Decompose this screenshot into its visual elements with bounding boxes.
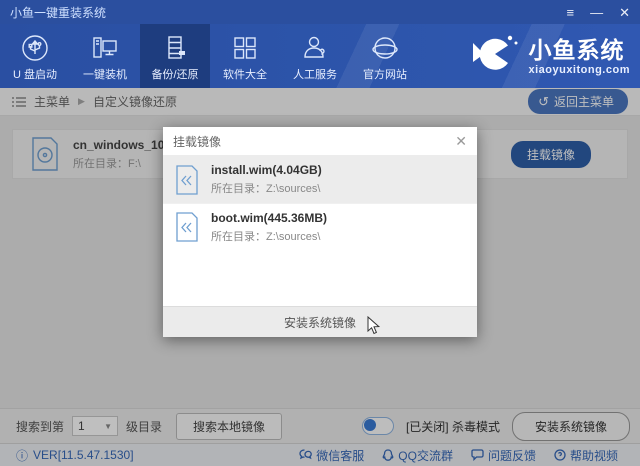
nav-label: 一键装机 <box>83 69 127 81</box>
app-window: 小鱼一键重装系统 ≡ — ✕ U 盘启动 一键装机 备份/还原 软件大全 人工服… <box>0 0 640 466</box>
wim-name: install.wim(4.04GB) <box>211 163 322 177</box>
nav-label: 人工服务 <box>293 69 337 81</box>
apps-grid-icon <box>230 32 260 64</box>
computer-icon <box>90 32 120 64</box>
close-icon[interactable]: ✕ <box>619 6 630 19</box>
nav-item-service[interactable]: 人工服务 <box>280 24 350 88</box>
wim-file-icon <box>175 164 199 195</box>
title-bar: 小鱼一键重装系统 ≡ — ✕ <box>0 0 640 24</box>
wim-name: boot.wim(445.36MB) <box>211 210 328 225</box>
nav-item-one-key-install[interactable]: 一键装机 <box>70 24 140 88</box>
nav-item-website[interactable]: 官方网站 <box>350 24 420 88</box>
nav-label: 官方网站 <box>363 69 407 81</box>
dialog-title: 挂载镜像 <box>173 134 222 149</box>
nav-item-usb-boot[interactable]: U 盘启动 <box>0 24 70 88</box>
usb-icon <box>20 32 50 64</box>
wim-file-icon <box>175 212 199 242</box>
wim-list-item-boot[interactable]: boot.wim(445.36MB) 所在目录：Z:\sources\ <box>163 203 477 250</box>
menu-icon[interactable]: ≡ <box>567 6 575 19</box>
customer-service-icon <box>300 32 330 64</box>
mount-image-dialog: 挂载镜像 ✕ install.wim(4.04GB) 所在目录：Z:\sourc… <box>163 127 477 337</box>
close-icon[interactable]: ✕ <box>455 134 467 148</box>
backup-restore-icon <box>160 32 190 64</box>
window-controls: ≡ — ✕ <box>567 6 631 19</box>
wim-directory: 所在目录：Z:\sources\ <box>211 183 321 195</box>
brand-logo: 小鱼系统 xiaoyuxitong.com <box>470 30 630 85</box>
main-navigation: U 盘启动 一键装机 备份/还原 软件大全 人工服务 官方网站 小鱼系统 xia… <box>0 24 640 88</box>
window-title: 小鱼一键重装系统 <box>10 5 107 20</box>
brand-name: 小鱼系统 <box>528 37 625 63</box>
website-globe-icon <box>370 32 400 64</box>
nav-label: U 盘启动 <box>13 69 57 81</box>
nav-label: 软件大全 <box>223 69 267 81</box>
minimize-icon[interactable]: — <box>590 6 603 19</box>
brand-domain: xiaoyuxitong.com <box>528 64 630 76</box>
wim-directory: 所在目录：Z:\sources\ <box>211 230 321 243</box>
nav-item-software[interactable]: 软件大全 <box>210 24 280 88</box>
nav-item-backup-restore[interactable]: 备份/还原 <box>140 24 210 88</box>
wim-list-item-install[interactable]: install.wim(4.04GB) 所在目录：Z:\sources\ <box>163 156 477 203</box>
install-system-image-action[interactable]: 安装系统镜像 <box>163 306 477 337</box>
fish-logo-icon <box>470 30 520 85</box>
nav-label: 备份/还原 <box>151 69 199 81</box>
